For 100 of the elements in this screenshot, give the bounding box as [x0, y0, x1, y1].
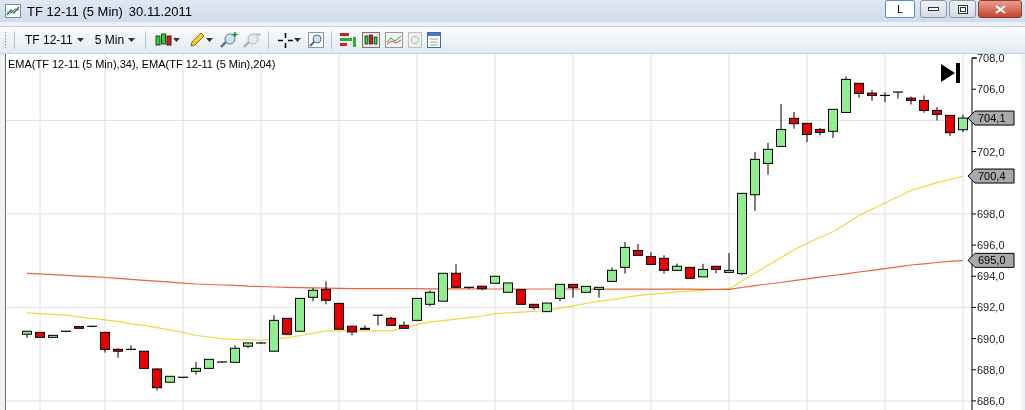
candlestick — [945, 114, 955, 137]
tick-label: 698,0 — [977, 207, 1005, 220]
crosshair-icon — [278, 32, 294, 48]
tick-label: 702,0 — [977, 145, 1005, 158]
candlestick — [139, 350, 149, 369]
close-button[interactable] — [978, 0, 1022, 18]
candlestick — [646, 251, 656, 265]
candlestick — [60, 330, 72, 333]
candlestick — [919, 94, 929, 114]
candlestick — [191, 361, 201, 376]
price-tag: 695,0 — [967, 252, 1015, 268]
candlestick — [22, 330, 32, 339]
candlestick-button[interactable] — [153, 32, 183, 48]
maximize-button[interactable] — [949, 0, 976, 18]
candlestick — [958, 114, 968, 133]
caret-icon — [128, 38, 136, 42]
candlestick — [412, 297, 422, 321]
window-layout-icon[interactable] — [427, 32, 442, 48]
candlestick — [776, 103, 786, 147]
candlestick — [86, 325, 98, 328]
candlestick — [659, 254, 669, 275]
candlestick — [347, 324, 357, 336]
candlestick — [581, 285, 591, 293]
candlestick — [633, 243, 643, 256]
candlestick — [490, 275, 500, 284]
window-title: TF 12-11 (5 Min) — [27, 3, 123, 19]
tick-label: 688,0 — [977, 363, 1005, 376]
candlestick — [113, 347, 123, 359]
candlestick — [372, 314, 384, 326]
candlestick — [607, 267, 617, 282]
tick-label: 686,0 — [977, 394, 1005, 407]
tick-label: 692,0 — [977, 301, 1005, 314]
crosshair-button[interactable] — [276, 32, 304, 48]
candlestick — [568, 283, 578, 299]
candlestick — [620, 241, 630, 275]
candlestick — [204, 358, 214, 369]
candlestick — [542, 302, 552, 313]
close-icon — [994, 4, 1006, 14]
candlestick — [177, 376, 189, 379]
pencil-icon — [189, 32, 206, 48]
window-date: 30.11.2011 — [128, 3, 192, 19]
indicator-icon[interactable] — [339, 32, 358, 48]
candlestick — [125, 344, 137, 351]
candlestick — [763, 142, 773, 176]
candlestick — [932, 106, 942, 121]
candlestick — [74, 326, 84, 329]
candlestick — [243, 342, 253, 349]
tick-label: 694,0 — [977, 270, 1005, 283]
candlestick — [672, 263, 682, 271]
candlestick — [282, 317, 292, 335]
price-tag: 700,4 — [967, 168, 1015, 184]
candlestick — [100, 331, 110, 354]
maximize-icon — [957, 4, 968, 14]
candlestick — [828, 108, 838, 139]
candlestick — [867, 89, 877, 102]
layout-button[interactable]: L — [885, 0, 915, 18]
candlestick — [425, 289, 435, 307]
candlestick — [802, 122, 812, 143]
caret-icon — [206, 38, 214, 42]
minimize-button[interactable] — [920, 0, 947, 18]
price-tag: 704,1 — [967, 110, 1015, 126]
candlestick — [698, 263, 708, 278]
candlestick-icon[interactable] — [362, 32, 381, 48]
candlestick — [360, 324, 370, 330]
candlestick — [477, 285, 487, 291]
candlestick — [334, 302, 344, 330]
candlestick — [308, 287, 318, 302]
candlestick — [892, 91, 904, 100]
candlestick — [555, 283, 565, 302]
caret-icon — [294, 38, 302, 42]
candlestick — [230, 344, 240, 363]
indicator-legend: EMA(TF 12-11 (5 Min),34), EMA(TF 12-11 (5 Min),204) — [8, 58, 276, 70]
candlestick — [815, 127, 825, 136]
candlestick — [321, 280, 331, 305]
caret-icon — [173, 38, 181, 42]
candlestick — [386, 316, 396, 326]
tick-label: 708,0 — [977, 54, 1005, 65]
dropdown[interactable]: 5 Min — [91, 33, 139, 47]
candlestick-icon — [155, 32, 173, 48]
zoom-in-icon[interactable] — [220, 32, 239, 48]
candlestick — [269, 314, 279, 352]
magnifier-icon[interactable] — [308, 32, 325, 48]
tick-label: 706,0 — [977, 83, 1005, 96]
candlestick — [529, 303, 539, 311]
candlestick — [165, 375, 175, 383]
candlestick — [451, 263, 461, 288]
candlestick — [295, 297, 305, 332]
candlestick — [750, 151, 760, 212]
candlestick — [438, 272, 448, 302]
candlestick — [879, 91, 891, 103]
chart-icon — [5, 4, 21, 18]
skip-to-end-icon[interactable] — [940, 62, 962, 84]
candlestick — [463, 286, 475, 290]
candlestick — [685, 266, 695, 279]
dropdown[interactable]: TF 12-11 — [22, 33, 87, 47]
candlestick — [711, 265, 721, 274]
pencil-button[interactable] — [187, 32, 216, 48]
candlestick — [255, 342, 267, 345]
tick-label: 696,0 — [977, 239, 1005, 252]
candlestick — [516, 289, 526, 305]
